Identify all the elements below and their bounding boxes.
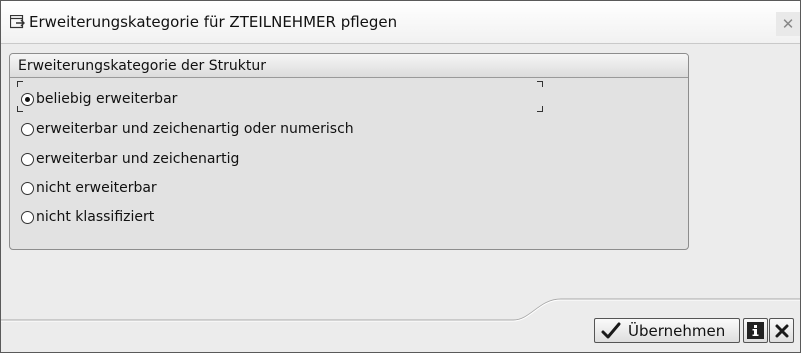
dialog-window: Erweiterungskategorie für ZTEILNEHMER pf… [0, 0, 801, 353]
info-icon [747, 322, 764, 339]
info-button[interactable] [743, 318, 768, 343]
uebernehmen-label: Übernehmen [628, 321, 726, 340]
check-icon [601, 322, 621, 338]
uebernehmen-button[interactable]: Übernehmen [594, 318, 740, 343]
footer-separator [1, 298, 800, 322]
cancel-button[interactable] [769, 318, 794, 343]
cancel-icon [775, 324, 788, 337]
